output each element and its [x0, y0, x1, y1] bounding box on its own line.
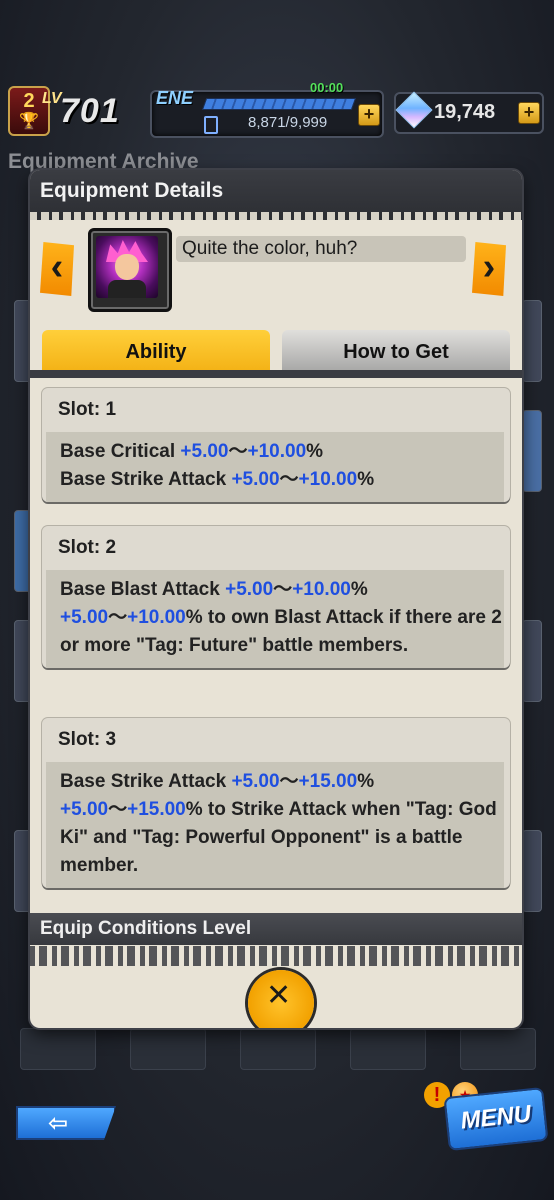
slot-label: Slot: 2: [58, 537, 117, 558]
effect-text: Base Blast Attack: [60, 579, 226, 600]
gem-meter: 19,748 +: [394, 91, 544, 134]
range-separator: ～: [279, 469, 299, 490]
equip-conditions-header: Equip Conditions Level: [30, 913, 522, 945]
background-card: [522, 410, 542, 492]
dialog-title: Equipment Details: [40, 179, 224, 202]
effect-high-value: +10.00: [247, 441, 307, 462]
trophy-icon: 🏆: [19, 113, 39, 130]
background-item: [460, 1028, 536, 1070]
back-button[interactable]: ⇦: [16, 1106, 116, 1140]
energy-timer: 00:00: [310, 80, 344, 95]
slot-card-1: Slot: 1 Base Critical +5.00～+10.00% Base…: [42, 388, 510, 502]
next-arrow-icon[interactable]: ›: [472, 242, 506, 296]
effect-low-value: +5.00: [60, 799, 109, 820]
effect-line: Base Strike Attack +5.00～+10.00%: [60, 466, 504, 494]
effect-high-value: +15.00: [298, 771, 358, 792]
arrow-left-icon: ⇦: [48, 1110, 69, 1137]
slot-label: Slot: 1: [58, 399, 117, 420]
background-item: [350, 1028, 426, 1070]
player-level: 701: [60, 92, 120, 130]
previous-arrow-icon[interactable]: ‹: [40, 242, 74, 296]
background-item: [20, 1028, 96, 1070]
effect-high-value: +10.00: [292, 579, 351, 600]
background-card: [522, 830, 542, 912]
dialog-header: Equipment Details: [30, 170, 522, 220]
portrait-face: [115, 254, 139, 280]
effect-low-value: +5.00: [225, 579, 274, 600]
equipment-details-dialog: Equipment Details ‹ › Quite the color, h…: [30, 170, 522, 1028]
range-separator: ～: [273, 579, 293, 600]
effect-low-value: +5.00: [231, 771, 280, 792]
tab-how-to-get[interactable]: How to Get: [282, 330, 510, 370]
background-item: [240, 1028, 316, 1070]
effect-line: Base Blast Attack +5.00～+10.00%: [60, 576, 504, 604]
rank-label: 2: [23, 90, 35, 112]
effect-line: +5.00～+10.00% to own Blast Attack if the…: [60, 604, 504, 660]
range-separator: ～: [228, 441, 248, 462]
energy-label: ENE: [156, 88, 194, 108]
add-gems-button[interactable]: +: [518, 102, 540, 124]
battery-icon: [204, 116, 218, 134]
effect-low-value: +5.00: [231, 469, 280, 490]
decorative-border: [30, 946, 522, 966]
range-separator: ～: [108, 799, 128, 820]
add-energy-button[interactable]: +: [358, 104, 380, 126]
effect-line: Base Strike Attack +5.00～+15.00%: [60, 768, 504, 796]
effect-line: +5.00～+15.00% to Strike Attack when "Tag…: [60, 796, 504, 880]
range-separator: ～: [279, 771, 299, 792]
tab-ability[interactable]: Ability: [42, 330, 270, 370]
energy-count: 8,871/9,999: [248, 114, 328, 131]
effect-high-value: +10.00: [298, 469, 358, 490]
character-portrait-image: [96, 236, 158, 298]
equipment-portrait: [88, 228, 172, 312]
level-label: LV: [42, 90, 62, 107]
effect-high-value: +10.00: [127, 607, 186, 628]
percent-sign: %: [306, 441, 324, 462]
background-card: [522, 620, 542, 702]
effect-low-value: +5.00: [60, 607, 109, 628]
equipment-quote: Quite the color, huh?: [176, 236, 466, 262]
tab-underline: [30, 370, 522, 378]
percent-sign: %: [357, 771, 375, 792]
energy-bar: [201, 98, 357, 110]
range-separator: ～: [108, 607, 128, 628]
percent-sign: %: [357, 469, 375, 490]
slot-effects: Base Blast Attack +5.00～+10.00% +5.00～+1…: [46, 570, 504, 668]
effect-line: Base Critical +5.00～+10.00%: [60, 438, 504, 466]
slot-label: Slot: 3: [58, 729, 117, 750]
slot-card-3: Slot: 3 Base Strike Attack +5.00～+15.00%…: [42, 718, 510, 888]
chrono-crystal-icon: [395, 91, 433, 129]
close-button[interactable]: ✕: [248, 970, 314, 1028]
slot-card-2: Slot: 2 Base Blast Attack +5.00～+10.00% …: [42, 526, 510, 668]
gem-count: 19,748: [434, 101, 496, 123]
top-hud: 2 🏆 LV 701 ENE 00:00 8,871/9,999 + 19,74…: [0, 0, 554, 180]
effect-text: Base Critical: [60, 441, 181, 462]
portrait-body: [108, 280, 146, 298]
close-icon: ✕: [266, 979, 292, 1012]
background-card: [522, 300, 542, 382]
effect-text: Base Strike Attack: [60, 771, 232, 792]
menu-button[interactable]: MENU: [443, 1086, 549, 1152]
background-item: [130, 1028, 206, 1070]
effect-high-value: +15.00: [127, 799, 186, 820]
effect-low-value: +5.00: [180, 441, 229, 462]
slot-effects: Base Strike Attack +5.00～+15.00% +5.00～+…: [46, 762, 504, 888]
energy-meter: ENE 00:00 8,871/9,999 +: [150, 80, 384, 138]
slot-effects: Base Critical +5.00～+10.00% Base Strike …: [46, 432, 504, 502]
effect-text: Base Strike Attack: [60, 469, 232, 490]
percent-sign: %: [350, 579, 368, 600]
